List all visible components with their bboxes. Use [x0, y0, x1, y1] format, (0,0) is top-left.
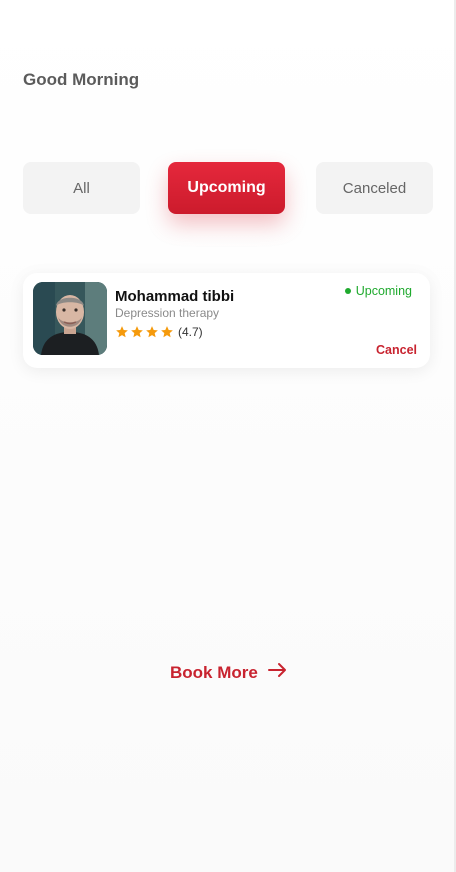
greeting-title: Good Morning [23, 70, 140, 89]
status-badge: Upcoming [344, 284, 412, 298]
tab-canceled[interactable]: Canceled [316, 162, 433, 214]
status-dot-icon [344, 288, 351, 294]
tab-all[interactable]: All [23, 162, 140, 214]
appointment-card[interactable]: Mohammad tibbi Depression therapy (4.7) … [23, 273, 430, 368]
cancel-button[interactable]: Cancel [376, 343, 417, 357]
status-label: Upcoming [355, 284, 412, 298]
doctor-specialty: Depression therapy [115, 306, 220, 320]
star-icon [161, 326, 173, 338]
appointments-screen: Good Morning All Upcoming Canceled Moham… [0, 0, 456, 872]
tab-upcoming[interactable]: Upcoming [168, 162, 285, 214]
rating-stars [115, 325, 174, 339]
doctor-avatar [33, 282, 107, 355]
book-more-button[interactable]: Book More [170, 662, 288, 683]
rating: (4.7) [115, 325, 203, 339]
rating-value: (4.7) [178, 325, 203, 339]
book-more-label: Book More [170, 662, 258, 682]
star-icon [131, 326, 143, 338]
doctor-name: Mohammad tibbi [115, 288, 235, 305]
arrow-right-icon [267, 662, 288, 683]
star-icon [116, 326, 128, 338]
star-icon [146, 326, 158, 338]
